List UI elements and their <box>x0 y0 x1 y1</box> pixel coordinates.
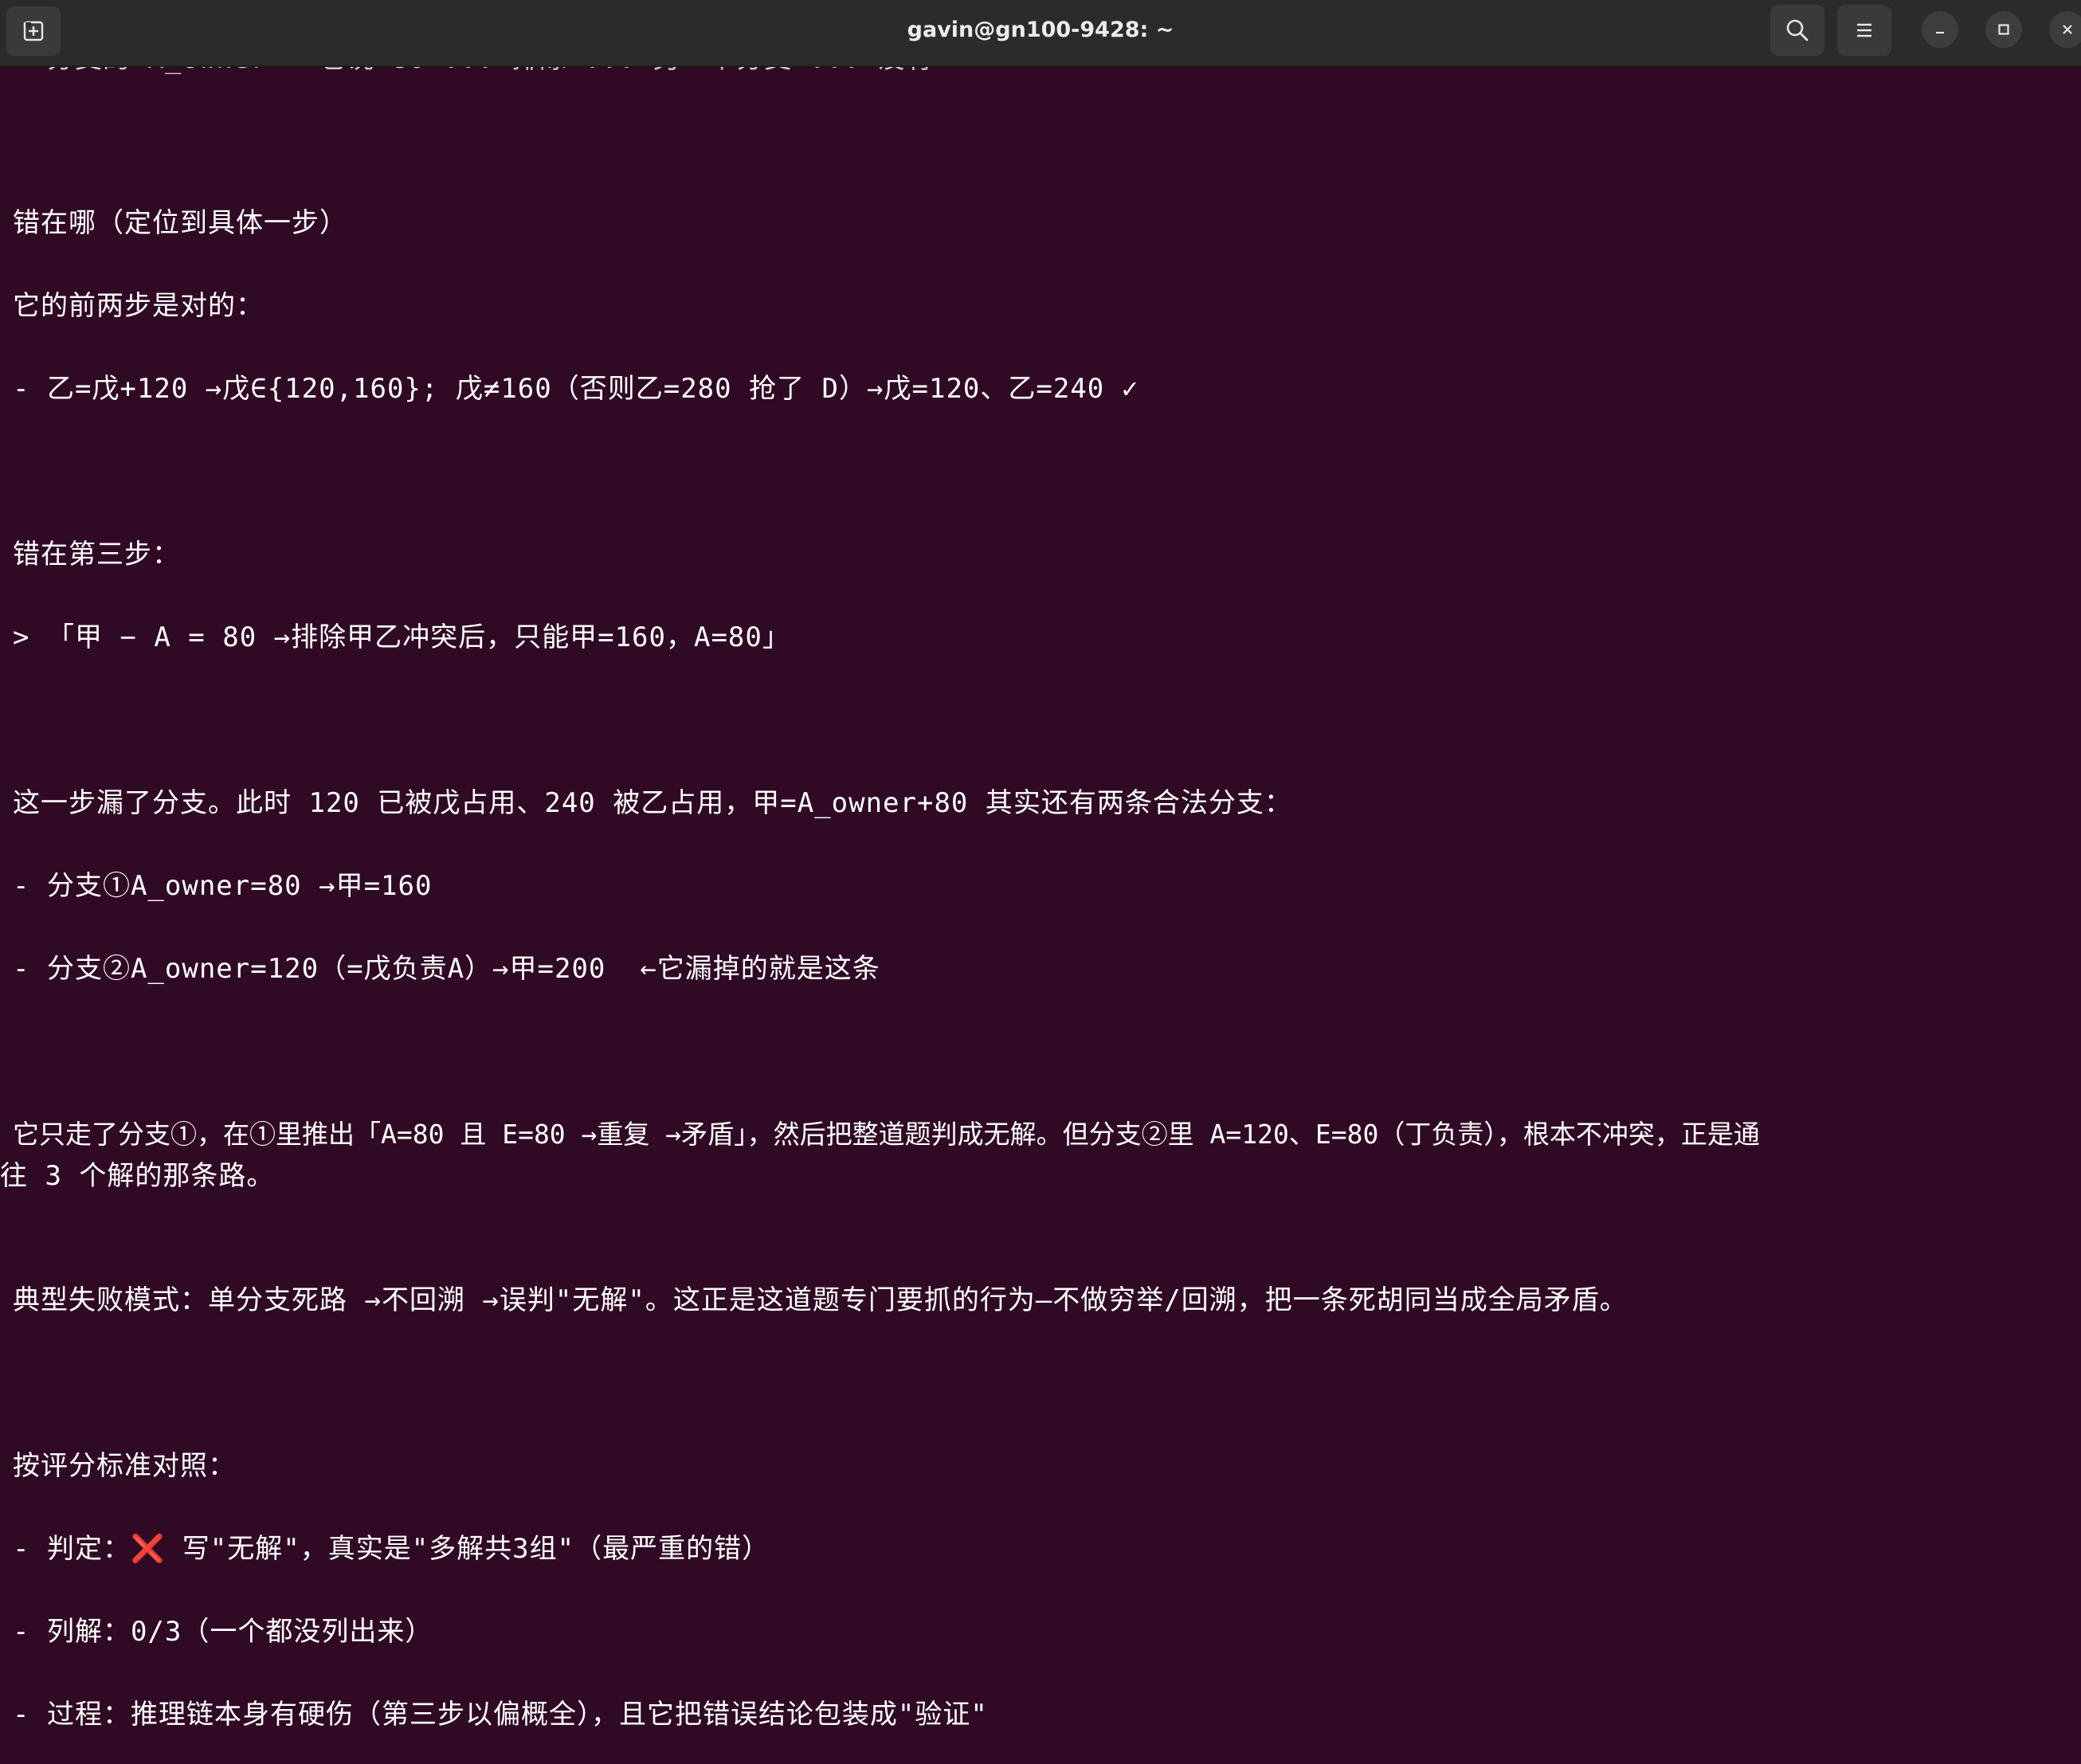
menu-button[interactable] <box>1837 5 1891 56</box>
hamburger-menu-icon <box>1857 23 1871 37</box>
title-bar: gavin@gn100-9428: ~ <box>0 0 2081 67</box>
terminal-line: 错在哪（定位到具体一步） <box>13 207 347 239</box>
terminal-output[interactable]: - 分支的 A_owner = 它说 80 ... 排除 ... 另一个分支 .… <box>0 67 2081 1764</box>
terminal-line: - 列解：0/3（一个都没列出来） <box>13 1616 433 1648</box>
window-title: gavin@gn100-9428: ~ <box>907 18 1174 42</box>
terminal-text: 写"无解"，真实是"多解共3组"（最严重的错） <box>165 1533 770 1565</box>
terminal-line: 典型失败模式：单分支死路 →不回溯 →误判"无解"。这正是这道题专门要抓的行为—… <box>13 1284 1628 1316</box>
search-button[interactable] <box>1770 5 1824 56</box>
terminal-line: 它的前两步是对的： <box>13 290 264 322</box>
terminal-line: - 乙=戊+120 →戊∈{120,160}; 戊≠160（否则乙=280 抢了… <box>13 373 1139 405</box>
terminal-line-partial: - 分支的 A_owner = 它说 80 ... 排除 ... 另一个分支 .… <box>13 67 934 80</box>
cross-mark-icon: ❌ <box>130 1533 166 1565</box>
terminal-text: - 判定： <box>13 1533 131 1565</box>
terminal-line: 按评分标准对照： <box>13 1450 236 1482</box>
terminal-line: 它只走了分支①，在①里推出「A=80 且 E=80 →重复 →矛盾」，然后把整道… <box>13 1119 1760 1150</box>
terminal-line: - 判定：❌ 写"无解"，真实是"多解共3组"（最严重的错） <box>13 1528 770 1570</box>
terminal-line: - 分支①A_owner=80 →甲=160 <box>13 870 433 902</box>
new-tab-icon <box>23 21 44 41</box>
new-tab-button[interactable] <box>6 6 61 56</box>
close-button[interactable] <box>2049 11 2081 48</box>
close-icon <box>2063 25 2072 34</box>
minimize-icon <box>1936 31 1944 34</box>
maximize-button[interactable] <box>1985 11 2022 48</box>
terminal-line: - 过程：推理链本身有硬伤（第三步以偏概全），且它把错误结论包装成"验证" <box>13 1699 988 1731</box>
minimize-button[interactable] <box>1922 11 1958 48</box>
terminal-line: 往 3 个解的那条路。 <box>0 1160 275 1192</box>
terminal-line: 错在第三步： <box>13 539 180 570</box>
maximize-icon <box>1998 24 2009 35</box>
terminal-line: - 分支②A_owner=120（=戊负责A）→甲=200 ←它漏掉的就是这条 <box>13 953 880 985</box>
terminal-line: 这一步漏了分支。此时 120 已被戊占用、240 被乙占用，甲=A_owner+… <box>13 787 1292 819</box>
terminal-line: > 「甲 − A = 80 →排除甲乙冲突后，只能甲=160，A=80」 <box>13 621 790 653</box>
search-icon <box>1786 19 1809 41</box>
